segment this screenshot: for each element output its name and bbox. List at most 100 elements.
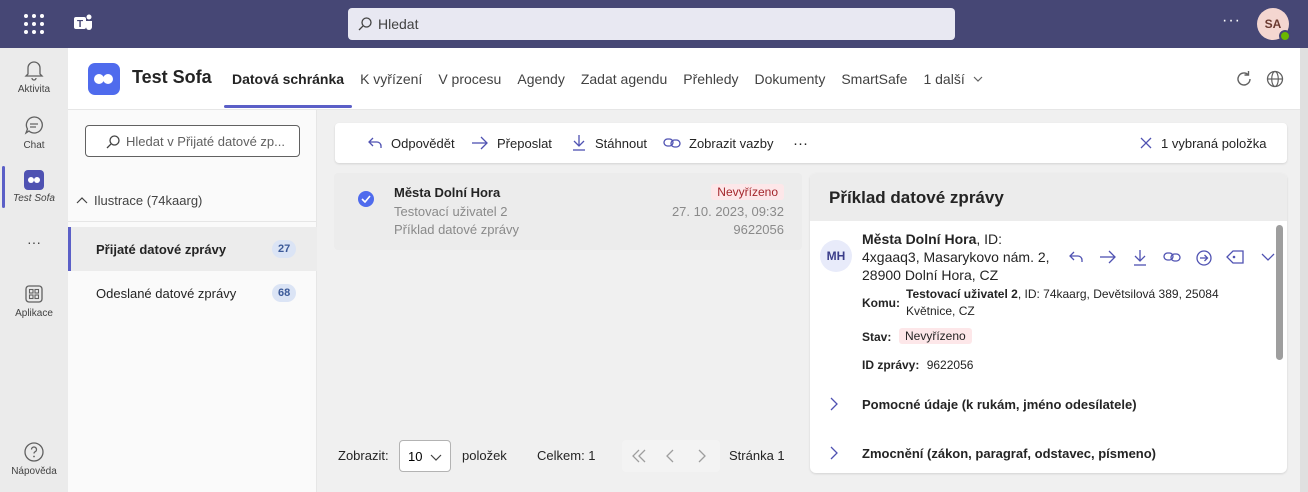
app-title: Test Sofa bbox=[132, 67, 212, 87]
next-page-icon[interactable] bbox=[696, 448, 708, 464]
app-rail: Aktivita Chat Test Sofa ··· Aplikace Náp… bbox=[0, 48, 68, 492]
message-id-row: ID zprávy: 9622056 bbox=[862, 358, 973, 372]
folder-sent[interactable]: Odeslané datové zprávy 68 bbox=[68, 271, 317, 315]
tab-agendy[interactable]: Agendy bbox=[509, 48, 572, 110]
detail-move-button[interactable] bbox=[1188, 249, 1220, 267]
message-date: 27. 10. 2023, 09:32 bbox=[671, 204, 784, 219]
detail-links-button[interactable] bbox=[1156, 249, 1188, 267]
expander-label: Zmocnění (zákon, paragraf, odstavec, pís… bbox=[862, 446, 1157, 461]
folder-count-badge: 68 bbox=[272, 284, 297, 302]
show-links-button[interactable]: Zobrazit vazby bbox=[663, 123, 774, 163]
rail-item-apps[interactable]: Aplikace bbox=[0, 282, 68, 319]
sender-name: Města Dolní Hora bbox=[862, 231, 977, 247]
message-toolbar: Odpovědět Přeposlat Stáhnout Zobrazit va… bbox=[335, 123, 1287, 163]
tab-more[interactable]: 1 další bbox=[915, 48, 990, 110]
refresh-icon[interactable] bbox=[1234, 69, 1254, 89]
user-avatar-initials: SA bbox=[1264, 17, 1282, 31]
expander-authorization[interactable]: Zmocnění (zákon, paragraf, odstavec, pís… bbox=[810, 443, 1270, 463]
detail-actions bbox=[1060, 249, 1284, 267]
pager-nav bbox=[622, 440, 720, 472]
detail-scrollbar[interactable] bbox=[1276, 225, 1283, 360]
expander-label: Pomocné údaje (k rukám, jméno odesílatel… bbox=[862, 397, 1137, 412]
tab-more-label: 1 další bbox=[923, 71, 965, 87]
apps-icon bbox=[25, 285, 43, 303]
selected-count-label: 1 vybraná položka bbox=[1161, 135, 1267, 151]
folder-label: Odeslané datové zprávy bbox=[96, 285, 237, 301]
test-sofa-icon bbox=[24, 170, 44, 190]
search-icon bbox=[106, 135, 120, 149]
pager-items-label: položek bbox=[462, 448, 507, 463]
status-badge: Nevyřízeno bbox=[711, 184, 784, 200]
chevron-right-icon bbox=[830, 446, 838, 460]
user-avatar[interactable]: SA bbox=[1257, 8, 1291, 42]
link-icon bbox=[1163, 252, 1181, 262]
expander-auxiliary-data[interactable]: Pomocné údaje (k rukám, jméno odesílatel… bbox=[810, 394, 1270, 414]
tab-dokumenty[interactable]: Dokumenty bbox=[747, 48, 834, 110]
message-id: 9622056 bbox=[733, 222, 784, 237]
tab-v-procesu[interactable]: V procesu bbox=[430, 48, 509, 110]
rail-item-help[interactable]: Nápověda bbox=[0, 440, 68, 477]
reply-button[interactable]: Odpovědět bbox=[367, 123, 455, 163]
tree-root-mailbox[interactable]: Ilustrace (74kaarg) bbox=[76, 193, 202, 208]
rail-label: Aktivita bbox=[17, 84, 51, 95]
message-recipient: Testovací uživatel 2 bbox=[394, 204, 508, 219]
globe-icon[interactable] bbox=[1265, 69, 1285, 89]
rail-label: Aplikace bbox=[15, 308, 53, 319]
detail-reply-button[interactable] bbox=[1060, 249, 1092, 267]
pager-total: Celkem: 1 bbox=[537, 448, 596, 463]
pager-show-label: Zobrazit: bbox=[338, 448, 389, 463]
app-tabs: Datová schránka K vyřízení V procesu Age… bbox=[224, 48, 991, 110]
first-page-icon[interactable] bbox=[630, 448, 648, 464]
page-size-select[interactable]: 10 bbox=[399, 440, 451, 472]
more-options-icon[interactable]: ··· bbox=[1222, 12, 1241, 30]
rail-item-test-sofa[interactable]: Test Sofa bbox=[0, 170, 68, 204]
clear-selection-button[interactable]: 1 vybraná položka bbox=[1139, 123, 1267, 163]
folder-received[interactable]: Přijaté datové zprávy 27 bbox=[68, 227, 317, 271]
app-logo-icon bbox=[88, 63, 120, 95]
status-label: Stav: bbox=[862, 330, 891, 344]
prev-page-icon[interactable] bbox=[664, 448, 676, 464]
teams-logo-icon: T bbox=[74, 14, 92, 30]
download-icon bbox=[1134, 250, 1146, 266]
close-icon bbox=[1140, 137, 1152, 149]
folder-search[interactable] bbox=[85, 125, 300, 157]
tab-zadat-agendu[interactable]: Zadat agendu bbox=[573, 48, 675, 110]
detail-expand-button[interactable] bbox=[1252, 249, 1284, 267]
rail-item-chat[interactable]: Chat bbox=[0, 114, 68, 151]
message-id-value: 9622056 bbox=[926, 358, 974, 372]
detail-tag-button[interactable] bbox=[1220, 249, 1252, 267]
sender-avatar: MH bbox=[820, 240, 852, 272]
download-button[interactable]: Stáhnout bbox=[571, 123, 647, 163]
message-subject: Příklad datové zprávy bbox=[394, 222, 520, 237]
message-sender: Města Dolní Hora bbox=[394, 185, 501, 200]
rail-item-more[interactable]: ··· bbox=[0, 234, 68, 250]
reply-icon bbox=[1069, 251, 1083, 262]
status-key: Stav: bbox=[862, 330, 892, 344]
more-icon: ··· bbox=[793, 134, 808, 152]
download-icon bbox=[573, 135, 585, 151]
message-detail: Příklad datové zprávy MH Města Dolní Hor… bbox=[810, 173, 1287, 473]
folder-pane: Ilustrace (74kaarg) Přijaté datové zpráv… bbox=[68, 110, 317, 492]
app-launcher-icon[interactable] bbox=[22, 12, 46, 36]
global-search[interactable] bbox=[348, 8, 955, 40]
forward-button[interactable]: Přeposlat bbox=[471, 123, 552, 163]
detail-forward-button[interactable] bbox=[1092, 249, 1124, 267]
tab-prehledy[interactable]: Přehledy bbox=[675, 48, 746, 110]
global-search-input[interactable] bbox=[378, 8, 938, 40]
arrow-right-icon bbox=[472, 136, 488, 150]
more-icon: ··· bbox=[27, 234, 41, 250]
chevron-up-icon bbox=[76, 196, 88, 203]
tag-icon bbox=[1226, 250, 1244, 264]
list-item[interactable]: Města Dolní Hora Testovací uživatel 2 Př… bbox=[334, 173, 802, 250]
rail-item-activity[interactable]: Aktivita bbox=[0, 58, 68, 95]
rail-label: Chat bbox=[23, 140, 45, 151]
checkmark-icon[interactable] bbox=[358, 191, 374, 207]
detail-download-button[interactable] bbox=[1124, 249, 1156, 267]
tab-smartsafe[interactable]: SmartSafe bbox=[833, 48, 915, 110]
toolbar-more-button[interactable]: ··· bbox=[793, 123, 808, 163]
rail-label: Nápověda bbox=[11, 466, 57, 477]
message-list: Města Dolní Hora Testovací uživatel 2 Př… bbox=[334, 173, 802, 473]
tab-datova-schranka[interactable]: Datová schránka bbox=[224, 48, 353, 110]
tab-k-vyrizeni[interactable]: K vyřízení bbox=[352, 48, 430, 110]
folder-search-input[interactable] bbox=[126, 126, 296, 156]
